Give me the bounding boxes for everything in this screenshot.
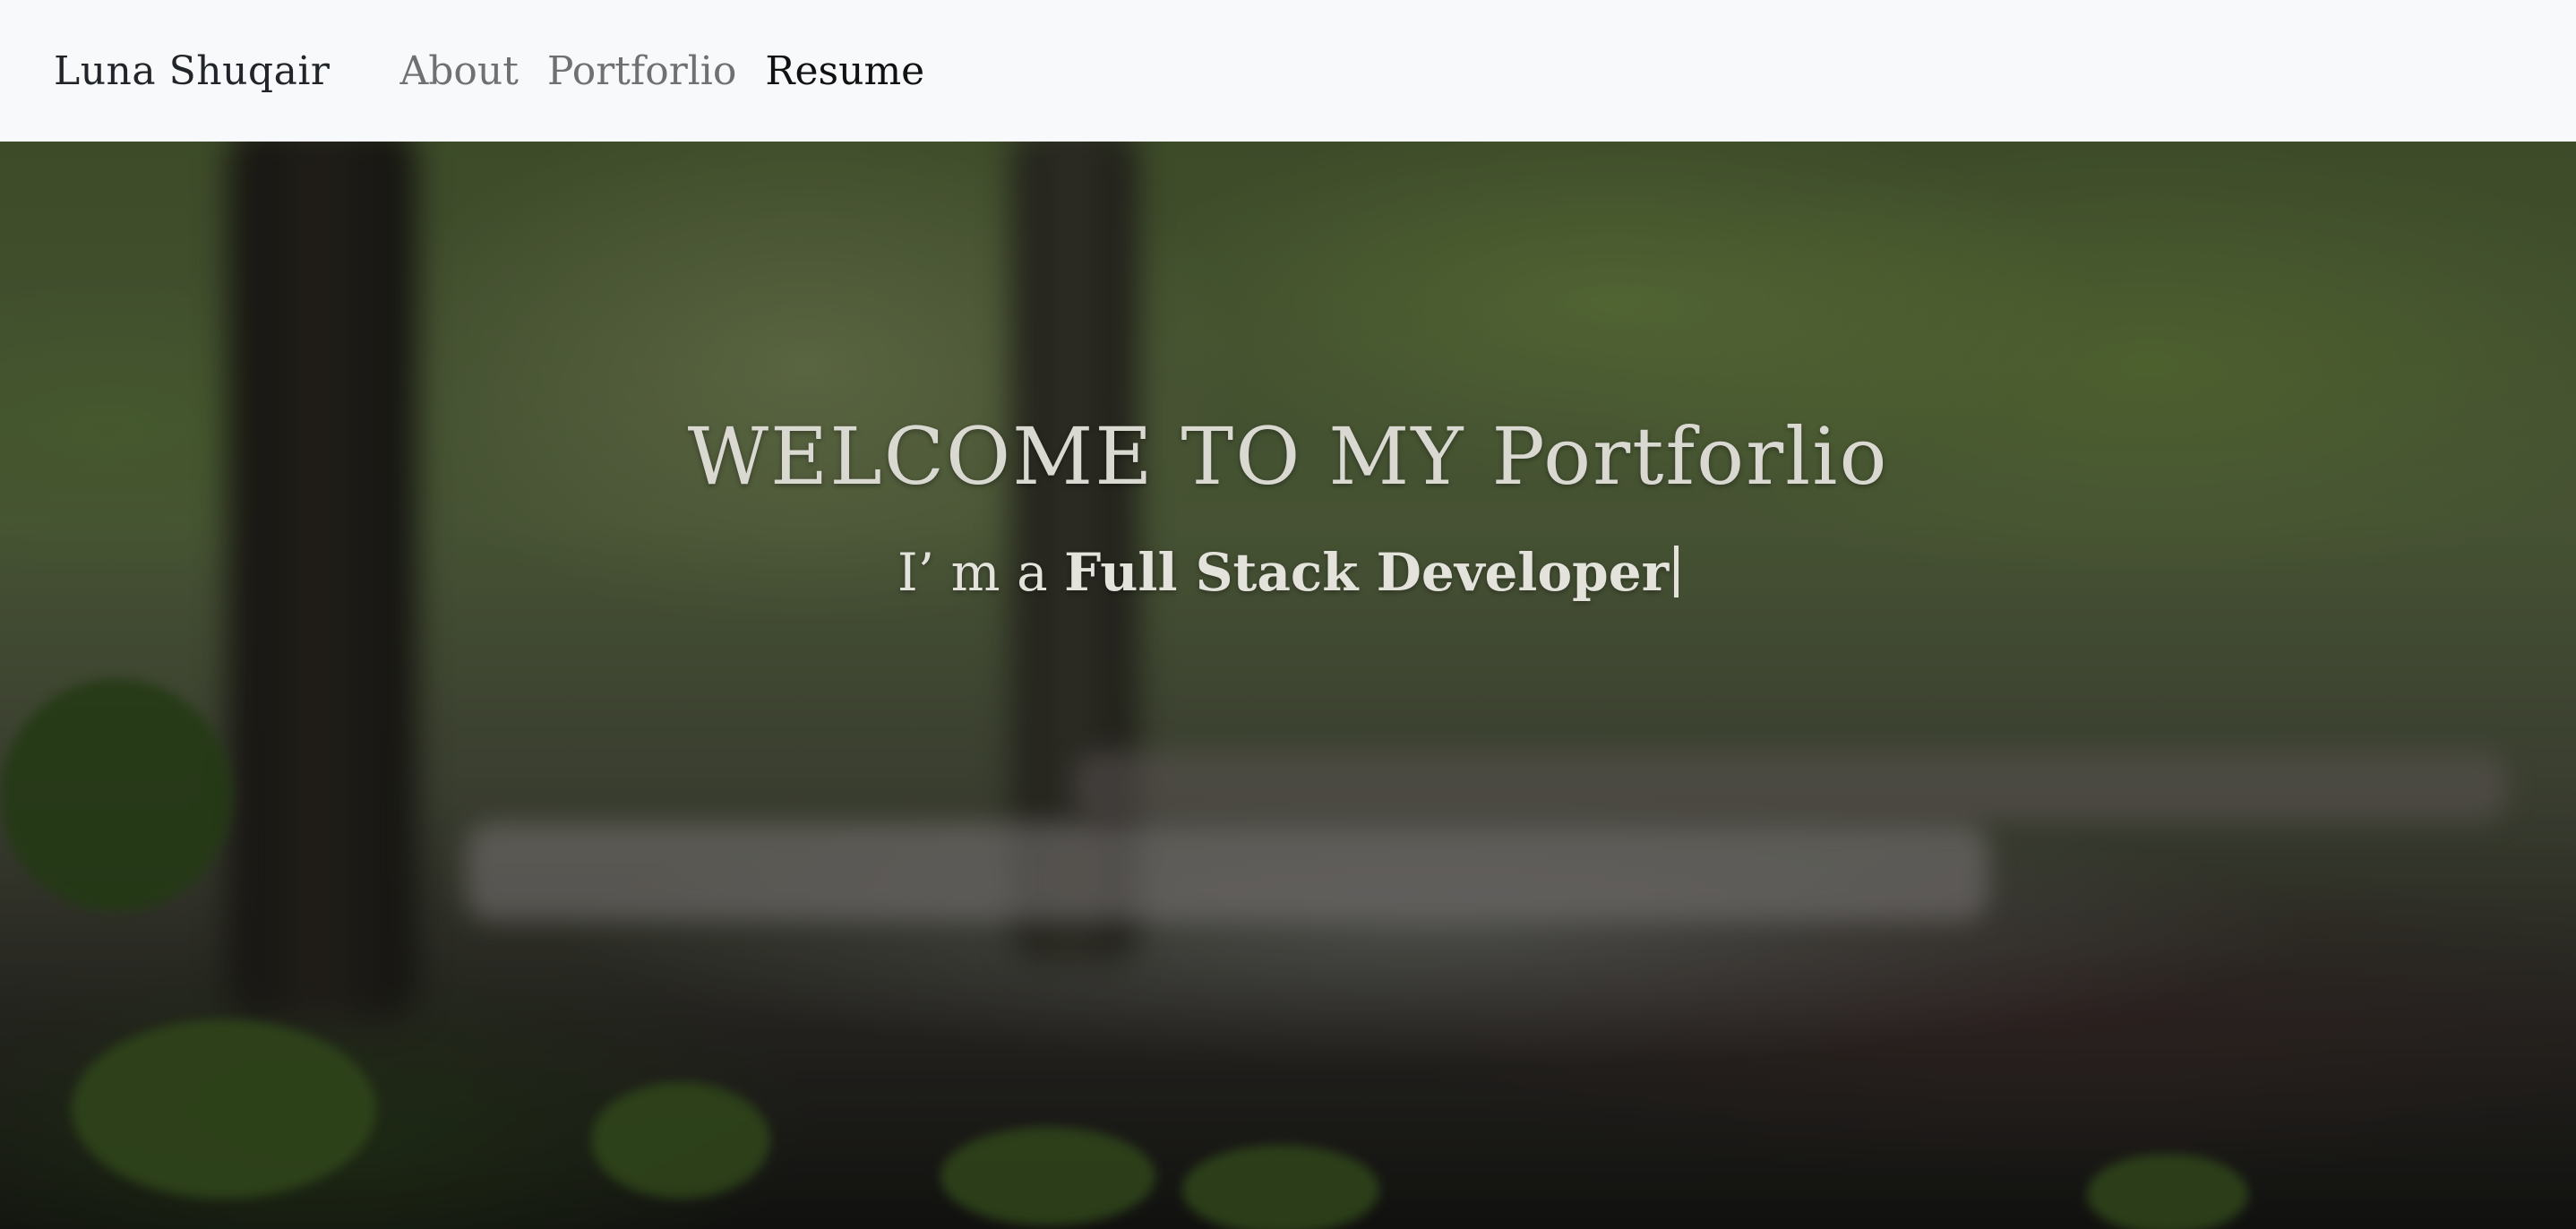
nav-link-portfolio[interactable]: Portforlio: [547, 48, 736, 94]
nav-links: About Portforlio Resume: [399, 48, 924, 94]
hero-subtitle-prefix: I’ m a: [897, 542, 1065, 603]
hero-overlay: [0, 142, 2576, 1229]
hero-subtitle: I’ m a Full Stack Developer: [0, 542, 2576, 603]
hero-title: WELCOME TO MY Portforlio: [687, 410, 1889, 503]
brand-link[interactable]: Luna Shuqair: [54, 48, 330, 94]
typing-cursor: [1674, 546, 1679, 597]
nav-link-about[interactable]: About: [399, 48, 518, 94]
typed-text: Full Stack Developer: [1064, 542, 1670, 603]
hero-section: WELCOME TO MY Portforlio I’ m a Full Sta…: [0, 142, 2576, 1229]
hero-content: WELCOME TO MY Portforlio I’ m a Full Sta…: [0, 410, 2576, 603]
navbar: Luna Shuqair About Portforlio Resume: [0, 0, 2576, 142]
nav-link-resume[interactable]: Resume: [765, 48, 924, 94]
